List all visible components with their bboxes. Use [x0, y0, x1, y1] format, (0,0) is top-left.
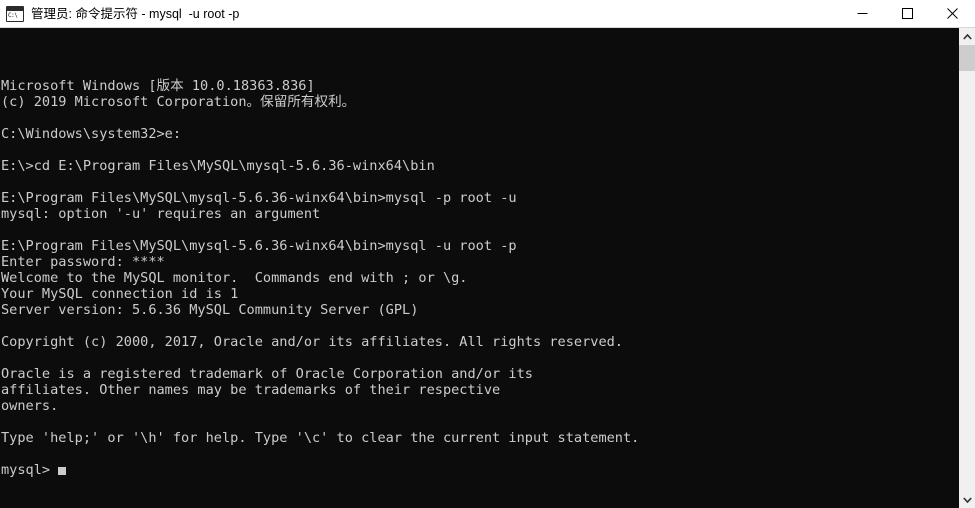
terminal-line: Server version: 5.6.36 MySQL Community S… — [1, 302, 419, 318]
terminal-line: owners. — [1, 398, 59, 414]
scrollbar-thumb[interactable] — [959, 45, 975, 71]
terminal-line: Oracle is a registered trademark of Orac… — [1, 366, 533, 382]
terminal-line: Microsoft Windows [版本 10.0.18363.836] — [1, 78, 315, 94]
terminal-line: C:\Windows\system32>e: — [1, 126, 182, 142]
terminal-output[interactable]: Microsoft Windows [版本 10.0.18363.836] (c)… — [0, 28, 958, 508]
vertical-scrollbar[interactable] — [958, 28, 975, 508]
terminal-prompt-line[interactable]: mysql> — [1, 462, 958, 478]
maximize-icon — [902, 8, 913, 19]
chevron-up-icon — [962, 33, 972, 40]
console-window: C:\ 管理员: 命令提示符 - mysql -u root -p Micros… — [0, 0, 975, 508]
terminal-line: E:\>cd E:\Program Files\MySQL\mysql-5.6.… — [1, 158, 435, 174]
console-icon: C:\ — [6, 5, 24, 22]
terminal-line: Copyright (c) 2000, 2017, Oracle and/or … — [1, 334, 623, 350]
close-button[interactable] — [930, 0, 975, 27]
terminal-line: mysql: option '-u' requires an argument — [1, 206, 321, 222]
terminal-line: affiliates. Other names may be trademark… — [1, 382, 501, 398]
chevron-down-icon — [962, 496, 972, 503]
terminal-line: E:\Program Files\MySQL\mysql-5.6.36-winx… — [1, 190, 517, 206]
terminal-line: Enter password: **** — [1, 254, 165, 270]
close-icon — [947, 8, 958, 19]
scroll-up-button[interactable] — [959, 28, 975, 45]
console-icon-label: C:\ — [8, 11, 18, 19]
prompt-label: mysql> — [1, 462, 59, 478]
minimize-button[interactable] — [840, 0, 885, 27]
titlebar[interactable]: C:\ 管理员: 命令提示符 - mysql -u root -p — [0, 0, 975, 28]
minimize-icon — [857, 13, 868, 14]
terminal-line: Your MySQL connection id is 1 — [1, 286, 239, 302]
terminal-line: E:\Program Files\MySQL\mysql-5.6.36-winx… — [1, 238, 517, 254]
scrollbar-track[interactable] — [959, 45, 975, 491]
terminal-line: Type 'help;' or '\h' for help. Type '\c'… — [1, 430, 640, 446]
terminal-line: Welcome to the MySQL monitor. Commands e… — [1, 270, 468, 286]
maximize-button[interactable] — [885, 0, 930, 27]
text-cursor — [58, 467, 67, 475]
scroll-down-button[interactable] — [959, 491, 975, 508]
window-title: 管理员: 命令提示符 - mysql -u root -p — [31, 6, 240, 21]
console-area: Microsoft Windows [版本 10.0.18363.836] (c)… — [0, 28, 975, 508]
terminal-line: (c) 2019 Microsoft Corporation。保留所有权利。 — [1, 94, 356, 110]
